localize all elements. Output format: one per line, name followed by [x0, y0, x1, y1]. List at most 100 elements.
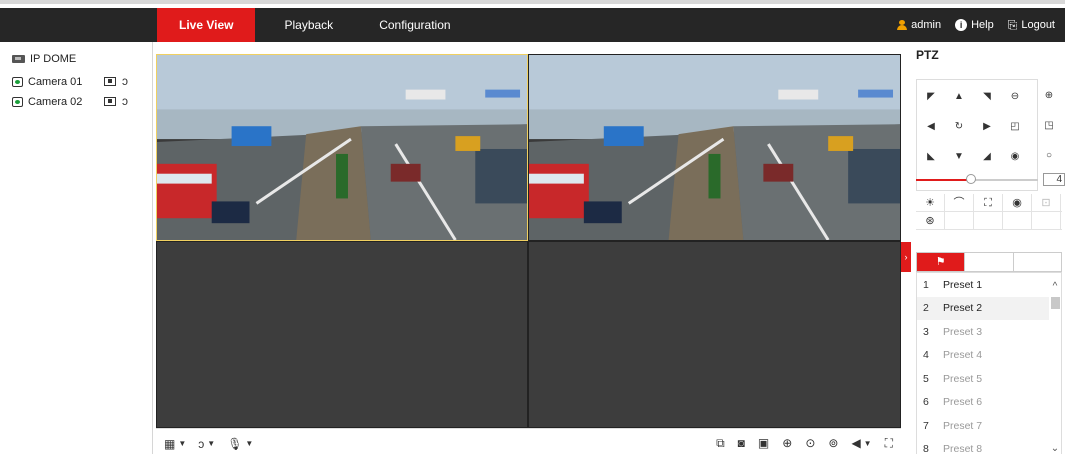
fullscreen-icon[interactable]: ⛶ — [885, 435, 893, 451]
scroll-up-icon[interactable]: ^ — [1049, 281, 1061, 293]
device-node[interactable]: IP DOME — [12, 52, 76, 66]
web-client: Live View Playback Configuration admin i… — [0, 0, 1065, 454]
ptz-speed-slider[interactable]: 4 — [916, 172, 1065, 188]
pan-down-left-icon[interactable]: ◣ — [922, 148, 940, 166]
scroll-down-icon[interactable]: ⌄ — [1049, 443, 1061, 454]
logout-icon: ⎘ — [1007, 17, 1018, 32]
patrol-icon[interactable] — [965, 253, 1014, 271]
aux-empty-slot — [945, 212, 974, 230]
pan-down-right-icon[interactable]: ◢ — [978, 148, 996, 166]
preset-number: 4 — [923, 349, 929, 362]
preset-label: Preset 6 — [943, 396, 983, 409]
capture-icon[interactable]: ◙ — [738, 435, 745, 451]
help-icon: i — [955, 19, 968, 31]
ptz-collapse-handle[interactable]: › — [901, 242, 911, 272]
video-tile-4[interactable] — [528, 241, 901, 428]
logout-button[interactable]: ⎘ Logout — [1008, 18, 1055, 33]
focus-icon[interactable]: ⊙ — [805, 435, 815, 451]
auto-scan-icon[interactable]: ↻ — [950, 118, 968, 136]
light-icon[interactable]: ☀ — [916, 194, 945, 212]
preset-number: 2 — [923, 302, 929, 315]
username-label: admin — [911, 19, 942, 31]
preset-row[interactable]: 3 Preset 3 — [917, 320, 1061, 344]
record-icon[interactable]: ▣ — [758, 435, 769, 451]
preset-row[interactable]: 7 Preset 7 — [917, 414, 1061, 438]
regional-exposure-icon[interactable]: ⊚ — [828, 435, 838, 451]
camera-node-1[interactable]: Camera 01 ↄ — [12, 75, 142, 89]
tab-live-view[interactable]: Live View — [157, 8, 256, 42]
preset-row[interactable]: 6 Preset 6 — [917, 391, 1061, 415]
pan-up-right-icon[interactable]: ◥ — [978, 88, 996, 106]
preset-row[interactable]: 4 Preset 4 — [917, 344, 1061, 368]
preset-label: Preset 4 — [943, 349, 983, 362]
preset-label: Preset 2 — [943, 302, 983, 315]
wiper-icon[interactable]: ⌒ — [945, 194, 974, 212]
ptz-camera-icon[interactable]: ↄ — [122, 95, 128, 107]
preset-flag-icon[interactable]: ⚑ — [917, 253, 966, 271]
preset-number: 7 — [923, 419, 929, 432]
aux-empty-slot — [974, 212, 1003, 230]
scroll-thumb[interactable] — [1051, 297, 1060, 309]
user-area: admin i Help ⎘ Logout — [897, 8, 1055, 42]
stop-all-icon[interactable]: ⧉ — [716, 435, 725, 451]
focus-far-icon[interactable]: ◳ — [1040, 117, 1058, 135]
ptz-panel: PTZ ◤ ▲ ◥ ◀ ↻ ▶ ◣ ▼ ◢ ⊖ ◰ ◉ ⊕ ◳ ○ 4 ☀ ⌒ … — [912, 42, 1065, 454]
camera-node-2[interactable]: Camera 02 ↄ — [12, 95, 142, 109]
ptz-camera-icon[interactable]: ↄ — [122, 75, 128, 87]
pan-up-left-icon[interactable]: ◤ — [922, 88, 940, 106]
preset-tabs: ⚑ — [916, 252, 1062, 272]
preset-label: Preset 7 — [943, 419, 983, 432]
tab-configuration[interactable]: Configuration — [358, 8, 471, 42]
record-icon[interactable] — [104, 97, 116, 106]
zoom-out-icon[interactable]: ⊖ — [1006, 88, 1024, 106]
stream-type-icon[interactable]: ↄ ▼ — [198, 436, 215, 452]
video-tile-1[interactable] — [156, 54, 528, 241]
tilt-down-icon[interactable]: ▼ — [950, 148, 968, 166]
preset-row[interactable]: 1 Preset 1 — [917, 273, 1061, 297]
speed-value[interactable]: 4 — [1043, 173, 1065, 186]
logout-label: Logout — [1021, 19, 1055, 31]
preset-scrollbar[interactable]: ^ ⌄ — [1049, 273, 1061, 454]
microphone-icon[interactable]: 🎙 ▼ — [227, 436, 253, 452]
preset-label: Preset 8 — [943, 443, 983, 454]
video-grid — [156, 54, 901, 428]
pan-right-icon[interactable]: ▶ — [978, 118, 996, 136]
video-tile-2[interactable] — [528, 54, 901, 241]
tilt-up-icon[interactable]: ▲ — [950, 88, 968, 106]
iris-open-icon[interactable]: ○ — [1040, 147, 1058, 165]
pan-left-icon[interactable]: ◀ — [922, 118, 940, 136]
one-touch-focus-icon[interactable]: ⛶ — [974, 194, 1003, 212]
aux-empty-slot — [1003, 212, 1032, 230]
help-button[interactable]: i Help — [955, 19, 994, 31]
device-label: IP DOME — [30, 53, 77, 65]
camera-icon — [12, 77, 23, 87]
nvr-device-icon — [12, 55, 25, 63]
preset-row[interactable]: 2 Preset 2 — [917, 296, 1061, 320]
window-layout-icon[interactable]: ▦ ▼ — [164, 436, 186, 452]
video-tile-3[interactable] — [156, 241, 528, 428]
lens-init-icon[interactable]: ◉ — [1003, 194, 1032, 212]
iris-close-icon[interactable]: ◉ — [1006, 148, 1024, 166]
zoom-in-icon[interactable]: ⊕ — [1040, 87, 1058, 105]
camera-label: Camera 02 — [28, 96, 83, 108]
camera-label: Camera 01 — [28, 76, 83, 88]
user-icon — [897, 20, 908, 30]
speed-knob[interactable] — [965, 174, 976, 184]
preset-label: Preset 5 — [943, 372, 983, 385]
record-icon[interactable] — [104, 77, 116, 86]
manual-tracking-icon[interactable]: ⊡ — [1032, 194, 1061, 212]
main-nav: Live View Playback Configuration — [157, 8, 472, 42]
preset-number: 8 — [923, 443, 929, 454]
user-menu[interactable]: admin — [897, 19, 941, 31]
pattern-icon[interactable] — [1014, 253, 1061, 271]
ptz-title: PTZ — [916, 48, 939, 62]
preset-row[interactable]: 8 Preset 8 — [917, 438, 1061, 454]
live-view-toolbar: ▦ ▼ ↄ ▼ 🎙 ▼ ⧉ ◙ ▣ ⊕ ⊙ ⊚ ◀ ▼ ⛶ — [156, 428, 901, 454]
volume-icon[interactable]: ◀ ▼ — [851, 435, 871, 451]
digital-zoom-icon[interactable]: ⊕ — [782, 435, 792, 451]
aux-empty-slot — [1032, 212, 1061, 230]
focus-near-icon[interactable]: ◰ — [1006, 118, 1024, 136]
3d-positioning-icon[interactable]: ⊛ — [916, 212, 945, 230]
tab-playback[interactable]: Playback — [263, 8, 354, 42]
preset-row[interactable]: 5 Preset 5 — [917, 367, 1061, 391]
